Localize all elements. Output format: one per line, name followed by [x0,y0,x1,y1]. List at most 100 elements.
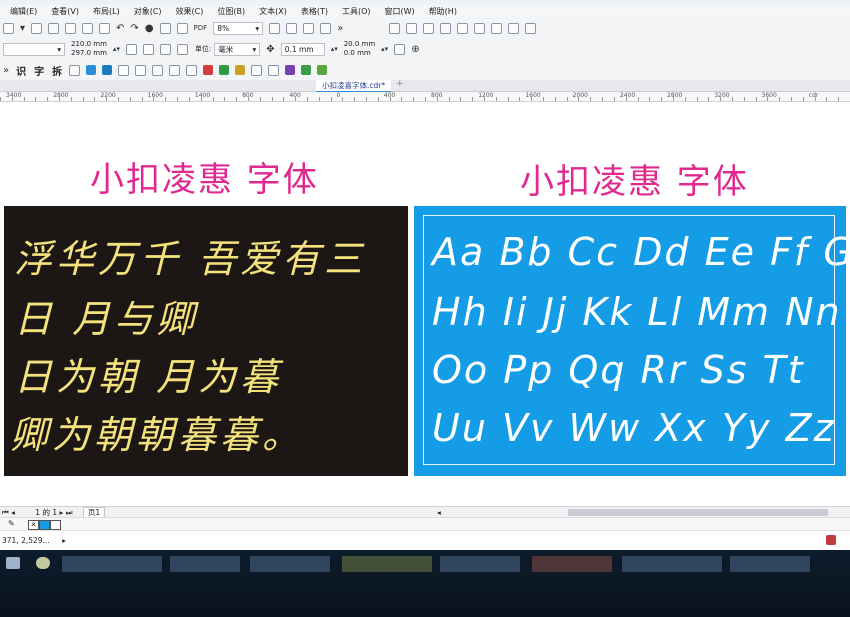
drawing-canvas[interactable]: 小扣凌惠 字体 小扣凌惠 字体 浮华万千 吾爱有三 日 月与卿 日为朝 月为暮 … [0,102,850,506]
options-icon[interactable] [423,22,435,34]
taskbar-item[interactable] [730,556,810,572]
white-swatch[interactable] [50,520,61,530]
page-height-field[interactable]: 297.0 mm [71,49,107,58]
current-page-icon[interactable] [176,43,188,55]
menu-text[interactable]: 文本(X) [259,6,287,17]
redo-icon[interactable]: ↷ [130,23,138,34]
app-icon[interactable] [36,557,50,569]
copy-properties-icon[interactable] [508,22,520,34]
menu-view[interactable]: 查看(V) [51,6,79,17]
status-arrow-icon[interactable]: ▸ [62,536,66,545]
taskbar-item[interactable] [532,556,612,572]
last-page-button[interactable]: ⏭ [66,508,73,517]
taskbar-item[interactable] [440,556,520,572]
import-file-icon[interactable] [159,22,171,34]
first-page-button[interactable]: ⏮ [2,508,9,517]
purple-tool-icon[interactable] [285,65,296,75]
green-tool-icon[interactable] [219,65,230,75]
taskbar-item[interactable] [622,556,722,572]
text-options-icon[interactable] [440,22,452,34]
next-page-button[interactable]: ▸ [60,508,64,517]
blue-swatch[interactable] [39,520,50,530]
menu-object[interactable]: 对象(C) [134,6,162,17]
nudge-distance-field[interactable]: 0.1 mm [280,42,325,56]
menu-bitmaps[interactable]: 位图(B) [217,6,245,17]
more-left-icon[interactable]: » [3,65,9,76]
grid-icon[interactable] [69,64,81,76]
export-file-icon[interactable] [176,22,188,34]
prev-page-button[interactable]: ◂ [11,508,15,517]
full-screen-icon[interactable] [269,22,281,34]
copy-icon[interactable] [82,22,94,34]
transform-tool-icon[interactable] [169,64,181,76]
zoom-level-dropdown[interactable]: 8% ▾ [213,21,264,35]
tool-split[interactable]: 拆 [52,63,62,78]
menu-edit[interactable]: 编辑(E) [10,6,37,17]
page-size-dropdown[interactable]: ▾ [3,42,65,56]
taskbar-item[interactable] [62,556,162,572]
right-heading: 小扣凌惠 字体 [520,162,749,202]
horizontal-ruler[interactable]: 3400 2800 2200 1600 1400 800 400 0 400 800 1200 160… [0,92,850,102]
show-guidelines-icon[interactable] [320,22,332,34]
menu-tools[interactable]: 工具(O) [342,6,371,17]
table-tool-icon[interactable] [251,64,263,76]
spin-arrows-icon[interactable]: ▴▾ [331,45,338,54]
show-grid-icon[interactable] [303,22,315,34]
menu-help[interactable]: 帮助(H) [429,6,457,17]
landscape-icon[interactable] [142,43,154,55]
menu-window[interactable]: 窗口(W) [385,6,415,17]
menu-layout[interactable]: 布局(L) [93,6,120,17]
pdf-export-icon[interactable]: PDF [194,24,208,33]
align-tool-icon[interactable] [118,64,130,76]
save-icon[interactable] [3,22,14,34]
blue-tool-icon[interactable] [86,65,97,75]
paste-icon[interactable] [99,22,111,34]
duplicate-x-field[interactable]: 20.0 mm [344,40,375,49]
page-width-field[interactable]: 210.0 mm [71,40,107,49]
print-icon[interactable] [48,22,60,34]
yellow-tool-icon[interactable] [235,65,246,75]
brush-tool-icon[interactable] [301,65,312,75]
portrait-icon[interactable] [125,43,137,55]
taskbar-item[interactable] [170,556,240,572]
spin-arrows-icon[interactable]: ▴▾ [381,45,388,54]
taskbar-item[interactable] [342,556,432,572]
camera-app-icon[interactable] [6,557,20,569]
menu-table[interactable]: 表格(T) [301,6,328,17]
all-pages-icon[interactable] [159,43,171,55]
align-icon[interactable] [474,22,486,34]
eyedropper-icon[interactable]: ✎ [8,519,15,528]
units-dropdown[interactable]: 毫米 ▾ [214,42,261,56]
select-tool-icon[interactable] [186,64,198,76]
tool-character[interactable]: 字 [34,63,44,78]
more-icon[interactable]: » [337,23,343,34]
tool-recognize[interactable]: 识 [16,63,26,78]
show-rulers-icon[interactable] [286,22,298,34]
dropdown-arrow-icon[interactable]: ▾ [20,23,25,34]
arrange-icon[interactable] [457,22,469,34]
add-page-icon[interactable]: ⊕ [411,44,419,55]
menu-effects[interactable]: 效果(C) [176,6,204,17]
import-icon[interactable] [31,22,43,34]
tree-tool-icon[interactable] [317,65,328,75]
columns-tool-icon[interactable] [268,64,280,76]
welcome-screen-icon[interactable] [406,22,418,34]
undo-icon[interactable]: ↶ [116,23,124,34]
spin-arrows-icon[interactable]: ▴▾ [113,45,120,54]
new-tab-icon[interactable]: + [396,79,404,89]
treat-as-filled-icon[interactable] [394,43,406,55]
red-tool-icon[interactable] [203,65,214,75]
no-color-swatch[interactable]: ✕ [28,520,39,530]
distribute-tool-icon[interactable] [135,64,147,76]
cut-icon[interactable] [65,22,77,34]
lens-icon[interactable] [491,22,503,34]
horizontal-scrollbar-thumb[interactable] [568,509,828,516]
link-tool-icon[interactable] [102,65,113,75]
taskbar-item[interactable] [250,556,330,572]
color-status-icon[interactable] [826,535,836,545]
spacing-tool-icon[interactable] [152,64,164,76]
app-launcher-icon[interactable] [389,22,401,34]
corel-connect-icon[interactable]: ● [145,23,154,34]
duplicate-y-field[interactable]: 0.0 mm [344,49,375,58]
clear-transform-icon[interactable] [525,22,537,34]
